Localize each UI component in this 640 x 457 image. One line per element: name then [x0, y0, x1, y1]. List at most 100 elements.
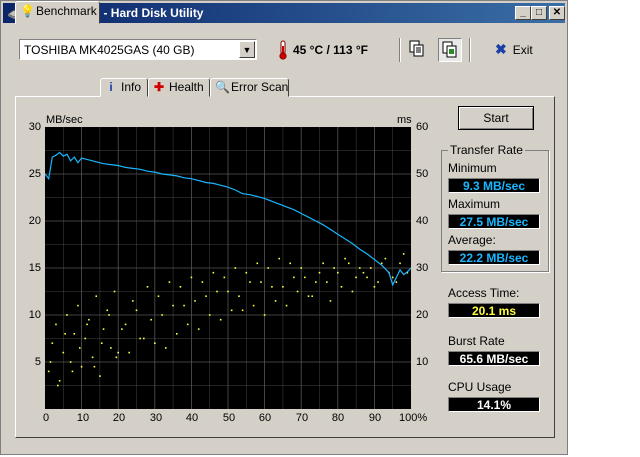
access-time-point: [91, 356, 94, 359]
access-time-point: [108, 314, 110, 316]
y-tick: 10: [28, 309, 41, 321]
access-time-point: [179, 286, 182, 288]
x-tick: 10: [76, 412, 90, 424]
drive-select[interactable]: TOSHIBA MK4025GAS (40 GB) ▼: [19, 39, 257, 60]
red-cross-icon: ✚: [153, 80, 165, 94]
y-tick: 5: [34, 356, 41, 368]
access-time-point: [78, 347, 81, 349]
access-time-point: [245, 271, 248, 274]
y-tick: 25: [28, 168, 41, 180]
access-time-point: [402, 253, 405, 255]
access-time-point: [102, 328, 105, 330]
access-time-point: [164, 347, 167, 349]
access-time-point: [333, 267, 335, 269]
copy-screenshot-button[interactable]: [438, 38, 462, 62]
access-time-point: [93, 365, 96, 368]
access-time-point: [49, 361, 52, 363]
access-time-point: [249, 281, 251, 283]
access-time-point: [57, 384, 59, 387]
maximum-label: Maximum: [448, 197, 501, 211]
access-time-point: [329, 300, 332, 302]
access-time-point: [146, 286, 149, 288]
access-time-point: [69, 361, 72, 363]
x-tick: 30: [149, 412, 163, 424]
access-time-point: [132, 300, 134, 302]
exit-label: Exit: [512, 43, 533, 57]
access-time-point: [143, 337, 145, 340]
tab-health[interactable]: ✚ Health: [148, 78, 210, 97]
access-time-point: [395, 281, 398, 283]
chevron-down-icon[interactable]: ▼: [239, 41, 255, 58]
access-time-point: [139, 337, 141, 340]
access-time-point: [175, 333, 178, 335]
access-time-label: Access Time:: [448, 286, 520, 300]
access-time-point: [344, 257, 346, 260]
minimize-button[interactable]: _: [515, 6, 531, 20]
access-time-point: [337, 271, 339, 274]
access-time-point: [307, 295, 310, 297]
info-icon: i: [109, 80, 113, 94]
access-time-point: [51, 342, 54, 344]
access-time-point: [190, 276, 193, 279]
access-time-point: [71, 370, 74, 373]
burst-rate-value: 65.6 MB/sec: [448, 351, 540, 366]
transfer-rate-title: Transfer Rate: [448, 143, 525, 157]
access-time-point: [64, 333, 66, 335]
maximize-button[interactable]: □: [531, 6, 547, 20]
access-time-point: [216, 290, 218, 293]
tab-info[interactable]: i Info: [100, 78, 148, 97]
tab-label: Error Scan: [231, 80, 289, 94]
y-axis-label: MB/sec: [46, 114, 83, 126]
access-time-point: [366, 276, 368, 279]
access-time-point: [73, 333, 76, 335]
access-time-point: [172, 304, 174, 307]
access-time-point: [278, 257, 281, 260]
access-time-point: [208, 314, 211, 316]
access-time-point: [373, 286, 376, 288]
tab-error-scan[interactable]: 🔍Error Scan: [210, 78, 289, 97]
exit-button[interactable]: ✖ Exit: [495, 41, 533, 58]
access-time-point: [115, 356, 118, 359]
average-value: 22.2 MB/sec: [448, 250, 540, 265]
access-time-point: [340, 286, 343, 288]
tab-benchmark[interactable]: 💡Benchmark: [15, 1, 100, 24]
x-tick: 20: [112, 412, 126, 424]
magnifier-icon: 🔍: [215, 80, 230, 94]
access-time-point: [296, 290, 299, 293]
access-time-point: [88, 318, 90, 321]
drive-select-value: TOSHIBA MK4025GAS (40 GB): [24, 43, 195, 57]
access-time-point: [234, 267, 237, 269]
start-button[interactable]: Start: [458, 106, 534, 130]
access-time-point: [80, 365, 83, 368]
access-time-point: [205, 295, 207, 297]
x-tick: 0: [42, 412, 50, 424]
benchmark-plot: [44, 127, 412, 409]
y2-tick: 20: [416, 309, 429, 321]
access-time-point: [326, 281, 328, 283]
access-time-point: [377, 281, 379, 283]
benchmark-chart: [44, 127, 412, 409]
toolbar-separator: [469, 38, 471, 62]
access-time-point: [62, 351, 65, 354]
copy-text-button[interactable]: [406, 38, 430, 62]
access-time-point: [117, 351, 119, 354]
maximum-value: 27.5 MB/sec: [448, 214, 540, 229]
x-tick: 100%: [399, 412, 428, 424]
y-tick: 20: [28, 215, 41, 227]
access-time-point: [358, 267, 361, 269]
x-tick: 40: [185, 412, 199, 424]
y2-tick: 30: [416, 262, 429, 274]
x-tick: 70: [295, 412, 309, 424]
access-time-point: [99, 375, 101, 377]
x-tick: 80: [331, 412, 345, 424]
access-time-point: [300, 267, 302, 269]
y2-axis-label: ms: [397, 114, 412, 126]
access-time-point: [384, 257, 387, 260]
access-time-point: [227, 290, 229, 293]
access-time-point: [252, 304, 255, 307]
access-time-point: [399, 262, 401, 265]
access-time-point: [351, 290, 354, 293]
cpu-usage-value: 14.1%: [448, 397, 540, 412]
close-button[interactable]: ✕: [549, 6, 565, 20]
access-time-point: [58, 380, 61, 382]
